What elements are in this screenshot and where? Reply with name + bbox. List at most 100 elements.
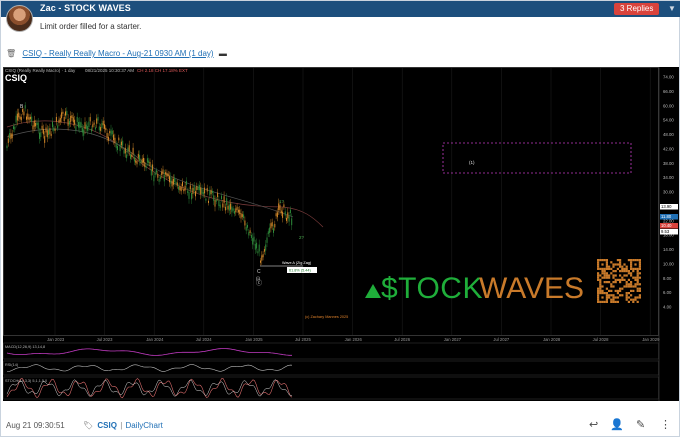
price-tags: 13.90 11.80 10.409.53 bbox=[660, 204, 678, 235]
qr-cell bbox=[634, 298, 637, 301]
qr-cell bbox=[619, 281, 622, 284]
avatar[interactable] bbox=[6, 5, 33, 32]
candle-body bbox=[41, 125, 43, 130]
chevron-down-icon[interactable]: ▼ bbox=[668, 4, 676, 13]
qr-cell bbox=[634, 276, 637, 279]
qr-cell bbox=[621, 270, 624, 273]
candle-body bbox=[85, 124, 87, 129]
annotation-title: Wave A (Zig Zag) bbox=[282, 261, 312, 265]
qr-cell bbox=[610, 283, 613, 286]
annotation-value: 61.8% (5.44) bbox=[289, 269, 311, 273]
candle-body bbox=[126, 154, 128, 159]
candle-body bbox=[288, 216, 290, 222]
candle-body bbox=[67, 119, 69, 126]
candle-body bbox=[133, 157, 135, 162]
qr-cell bbox=[638, 296, 641, 299]
candle-body bbox=[241, 214, 243, 217]
qr-cell bbox=[599, 278, 602, 281]
qr-cell bbox=[623, 263, 626, 266]
candle-body bbox=[165, 172, 167, 175]
candle-body bbox=[200, 187, 202, 195]
qr-cell bbox=[621, 287, 624, 290]
candle-body bbox=[227, 205, 229, 210]
candle-body bbox=[154, 172, 156, 175]
candle-body bbox=[96, 118, 98, 124]
qr-cell bbox=[608, 267, 611, 270]
qr-cell bbox=[597, 276, 600, 279]
qr-cell bbox=[638, 287, 641, 290]
qr-cell bbox=[630, 261, 633, 264]
candle-body bbox=[6, 145, 8, 149]
candle-body bbox=[39, 132, 40, 139]
qr-cell bbox=[597, 278, 600, 281]
qr-cell bbox=[605, 287, 608, 290]
candle-body bbox=[202, 192, 204, 195]
qr-cell bbox=[636, 276, 639, 279]
edit-icon[interactable]: ✎ bbox=[636, 418, 645, 431]
candle-body bbox=[170, 177, 172, 184]
qr-cell bbox=[619, 278, 622, 281]
candle-body bbox=[179, 186, 181, 191]
candle-body bbox=[13, 126, 14, 129]
candle-body bbox=[72, 117, 74, 123]
qr-cell bbox=[616, 267, 619, 270]
chart-symbol: CSIQ bbox=[5, 73, 27, 83]
qr-cell bbox=[603, 272, 606, 275]
qr-cell bbox=[601, 296, 604, 299]
candle-body bbox=[280, 210, 282, 214]
more-icon[interactable]: ⋮ bbox=[660, 418, 671, 431]
qr-cell bbox=[597, 289, 600, 292]
candle-body bbox=[184, 185, 186, 191]
qr-cell bbox=[630, 267, 633, 270]
qr-cell bbox=[632, 300, 635, 303]
candle-body bbox=[276, 212, 278, 218]
qr-cell bbox=[605, 267, 608, 270]
candle-body bbox=[175, 181, 177, 185]
author-title[interactable]: Zac - STOCK WAVES bbox=[40, 3, 131, 13]
candle-body bbox=[9, 132, 11, 138]
qr-cell bbox=[612, 281, 615, 284]
qr-cell bbox=[627, 270, 630, 273]
qr-cell bbox=[638, 263, 641, 266]
candle-body bbox=[92, 124, 94, 128]
qr-cell bbox=[603, 300, 606, 303]
tag-csiq[interactable]: CSIQ bbox=[97, 421, 117, 430]
qr-cell bbox=[599, 283, 602, 286]
attachment-row: 🗑 CSIQ - Really Really Macro - Aug-21 09… bbox=[6, 49, 227, 58]
qr-cell bbox=[616, 292, 619, 295]
qr-cell bbox=[599, 285, 602, 288]
candle-body bbox=[278, 203, 280, 211]
qr-cell bbox=[612, 270, 615, 273]
candle-body bbox=[214, 200, 216, 207]
reply-icon[interactable]: ↩ bbox=[589, 418, 598, 431]
qr-cell bbox=[630, 283, 633, 286]
qr-cell bbox=[630, 294, 633, 297]
replies-button[interactable]: 3 Replies bbox=[614, 3, 660, 15]
qr-cell bbox=[634, 278, 637, 281]
price-tag: 10.40 bbox=[661, 223, 672, 228]
trash-icon[interactable]: 🗑 bbox=[6, 49, 16, 58]
qr-cell bbox=[627, 300, 630, 303]
qr-cell bbox=[625, 296, 628, 299]
qr-cell bbox=[621, 265, 624, 268]
stock-chart[interactable]: CSIQ CSIQ (Really Really Macro) · 1 day … bbox=[3, 67, 679, 401]
post-header: Zac - STOCK WAVES 3 Replies ▼ bbox=[1, 1, 680, 17]
candle-body bbox=[141, 158, 143, 164]
collapse-icon[interactable]: ▬ bbox=[219, 49, 227, 58]
candle-body bbox=[65, 111, 66, 116]
qr-cell bbox=[612, 296, 615, 299]
candle-body bbox=[169, 176, 170, 183]
qr-cell bbox=[623, 270, 626, 273]
candle-body bbox=[143, 157, 144, 163]
stoch-label: STOCH(14,3,3) 5,1,1,5,0 bbox=[5, 379, 47, 383]
candle-body bbox=[55, 116, 57, 122]
tag-dailychart[interactable]: DailyChart bbox=[126, 421, 163, 430]
user-add-icon[interactable]: 👤 bbox=[610, 418, 624, 431]
qr-cell bbox=[623, 285, 626, 288]
attachment-link[interactable]: CSIQ - Really Really Macro - Aug-21 0930… bbox=[22, 49, 213, 58]
candle-body bbox=[153, 175, 155, 182]
qr-cell bbox=[619, 289, 622, 292]
qr-cell bbox=[605, 263, 608, 266]
qr-cell bbox=[616, 296, 619, 299]
qr-cell bbox=[636, 270, 639, 273]
